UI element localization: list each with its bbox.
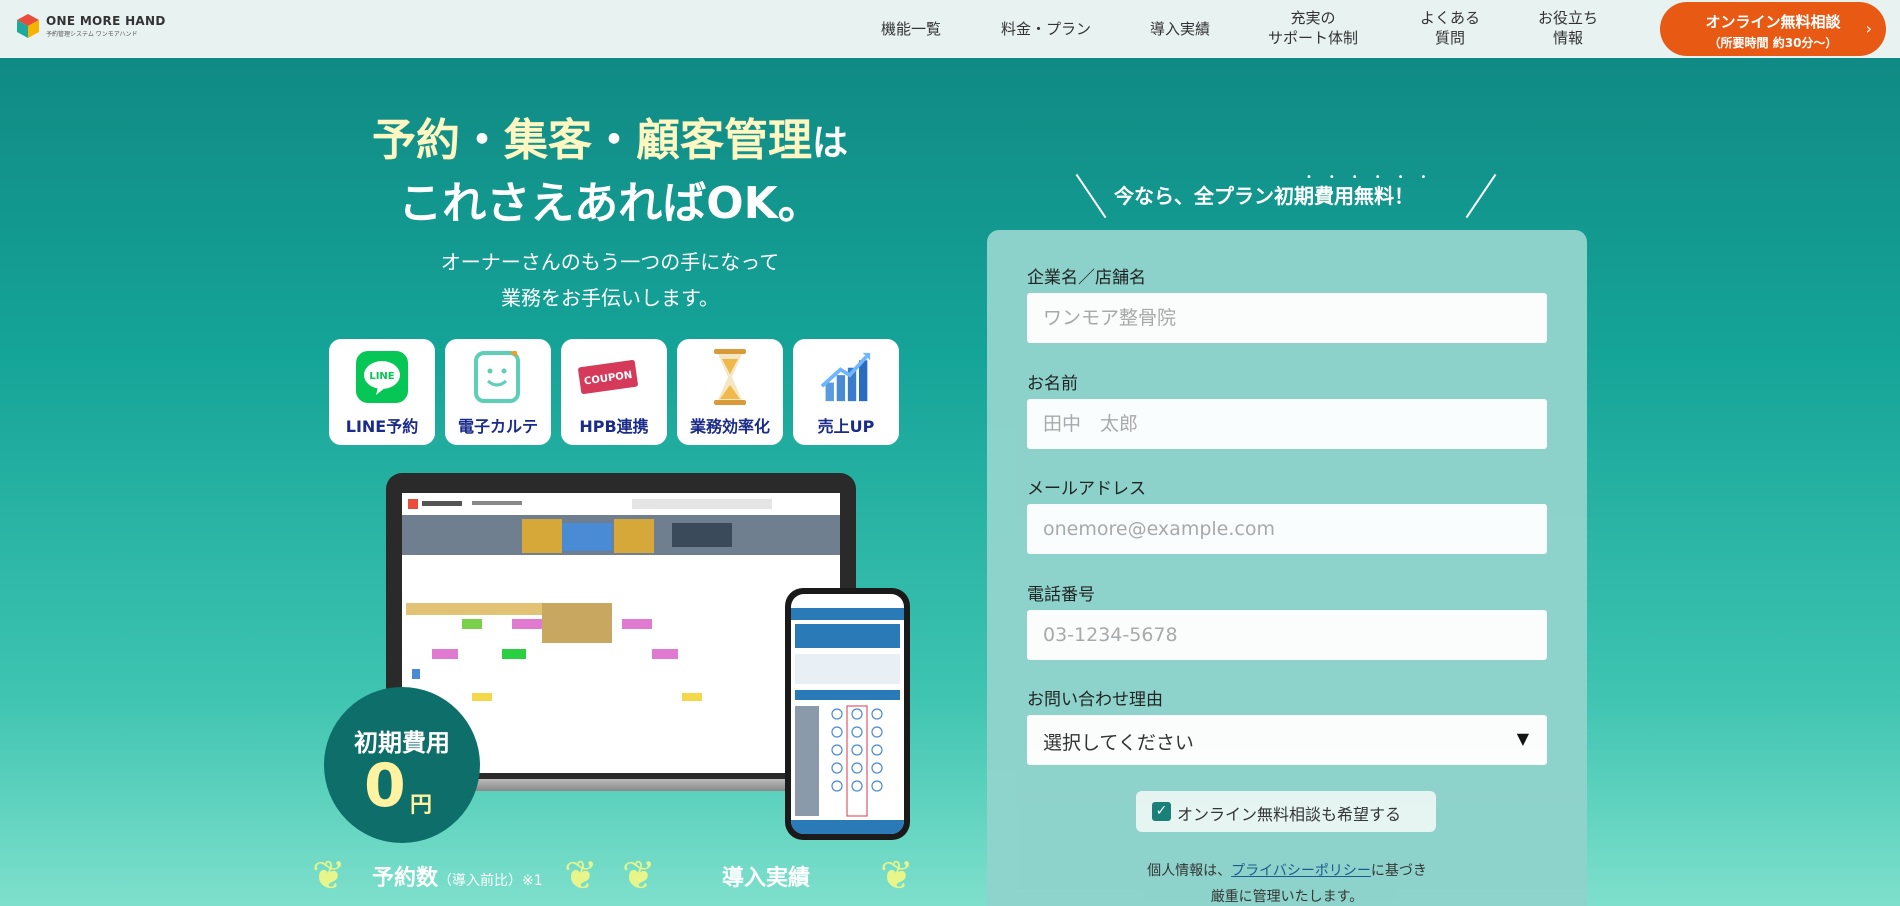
line-icon: LINE bbox=[356, 351, 408, 403]
nav-faq[interactable]: よくある 質問 bbox=[1420, 8, 1480, 48]
feature-hpb-integration[interactable]: COUPON HPB連携 bbox=[561, 339, 667, 445]
laurel-left-icon: ❦ bbox=[312, 853, 346, 899]
growth-chart-icon bbox=[820, 351, 872, 403]
slash-decoration bbox=[1465, 173, 1497, 219]
slash-decoration bbox=[1075, 173, 1107, 219]
phone-mockup bbox=[785, 588, 910, 840]
campaign-text: 今なら、全プラン初期費用無料！ bbox=[1114, 184, 1414, 208]
nav-resources[interactable]: お役立ち 情報 bbox=[1538, 8, 1598, 48]
headline-word-reservation: 予約 bbox=[371, 115, 460, 166]
feature-label: 業務効率化 bbox=[689, 417, 770, 436]
stat-reservations-note: （導入前比）※1 bbox=[438, 873, 543, 889]
headline-separator: ・ bbox=[591, 115, 636, 166]
privacy-policy-link[interactable]: プライバシーポリシー bbox=[1231, 863, 1371, 879]
feature-sales-up[interactable]: 売上UP bbox=[793, 339, 899, 445]
nav-pricing[interactable]: 料金・プラン bbox=[1001, 19, 1091, 39]
headline-separator: ・ bbox=[459, 115, 504, 166]
logo-title: ONE MORE HAND bbox=[46, 14, 166, 28]
feature-label: 売上UP bbox=[817, 417, 875, 436]
tablet-icon bbox=[472, 351, 524, 403]
laurel-right-icon: ❦ bbox=[880, 853, 914, 899]
privacy-text-pre: 個人情報は、 bbox=[1147, 863, 1232, 879]
nav-case-studies[interactable]: 導入実績 bbox=[1150, 19, 1210, 39]
hero-subcopy: オーナーさんのもう一つの手になって 業務をお手伝いします。 bbox=[300, 244, 920, 316]
initial-cost-badge: 初期費用 0 円 bbox=[324, 687, 480, 843]
chevron-right-icon: › bbox=[1865, 19, 1872, 38]
reason-select[interactable]: 選択してください ▼ bbox=[1027, 715, 1547, 765]
privacy-notice: 個人情報は、プライバシーポリシーに基づき 厳重に管理いたします。 bbox=[987, 858, 1587, 906]
feature-label: HPB連携 bbox=[579, 417, 649, 436]
laurel-right-icon: ❦ bbox=[564, 853, 598, 899]
headline-word-marketing: 集客 bbox=[503, 115, 592, 166]
stat-reservations-label: 予約数 bbox=[372, 866, 439, 891]
company-label: 企業名／店舗名 bbox=[1027, 268, 1146, 288]
consult-checkbox[interactable]: ✓ オンライン無料相談も希望する bbox=[1136, 791, 1436, 832]
privacy-text-line2: 厳重に管理いたします。 bbox=[1210, 889, 1364, 905]
phone-label: 電話番号 bbox=[1027, 585, 1095, 605]
name-input[interactable] bbox=[1027, 399, 1547, 449]
feature-efficiency[interactable]: 業務効率化 bbox=[677, 339, 783, 445]
nav-features[interactable]: 機能一覧 bbox=[881, 19, 941, 39]
headline-line2: これさえあればOK。 bbox=[398, 178, 822, 229]
hourglass-icon bbox=[704, 349, 756, 405]
reason-select-value: 選択してください bbox=[1043, 732, 1194, 754]
site-header: ONE MORE HAND 予約管理システム ワンモアハンド 機能一覧 料金・プ… bbox=[0, 0, 1900, 58]
subcopy-line2: 業務をお手伝いします。 bbox=[501, 286, 719, 310]
phone-app-illustration bbox=[791, 608, 904, 834]
campaign-banner: •••••• 今なら、全プラン初期費用無料！ bbox=[1070, 162, 1500, 222]
laurel-left-icon: ❦ bbox=[622, 853, 656, 899]
reason-label: お問い合わせ理由 bbox=[1027, 690, 1163, 710]
site-logo[interactable]: ONE MORE HAND 予約管理システム ワンモアハンド bbox=[16, 13, 166, 39]
stat-installations-label: 導入実績 bbox=[722, 866, 811, 891]
privacy-text-post: に基づき bbox=[1370, 863, 1427, 879]
logo-subtitle: 予約管理システム ワンモアハンド bbox=[46, 31, 138, 38]
feature-label: 電子カルテ bbox=[457, 417, 538, 436]
contact-form: 企業名／店舗名 お名前 メールアドレス 電話番号 お問い合わせ理由 選択してくだ… bbox=[987, 230, 1587, 906]
badge-value: 0 bbox=[364, 751, 406, 821]
phone-input[interactable] bbox=[1027, 610, 1547, 660]
name-label: お名前 bbox=[1027, 374, 1078, 394]
cta-main-label: オンライン無料相談 bbox=[1705, 13, 1841, 31]
coupon-icon: COUPON bbox=[578, 351, 640, 403]
caret-down-icon: ▼ bbox=[1516, 729, 1529, 748]
feature-e-chart[interactable]: 電子カルテ bbox=[445, 339, 551, 445]
feature-label: LINE予約 bbox=[345, 417, 419, 436]
consult-checkbox-label: オンライン無料相談も希望する bbox=[1177, 805, 1402, 824]
feature-list: LINE LINE予約 電子カルテ COUPON HPB連携 業務効率化 売上U… bbox=[329, 339, 899, 445]
checkmark-icon: ✓ bbox=[1152, 802, 1171, 821]
headline-word-crm: 顧客管理 bbox=[635, 115, 812, 166]
badge-unit: 円 bbox=[410, 793, 433, 818]
phone-screen bbox=[791, 594, 904, 834]
hero-section bbox=[0, 58, 1900, 906]
subcopy-line1: オーナーさんのもう一つの手になって bbox=[440, 250, 780, 274]
email-input[interactable] bbox=[1027, 504, 1547, 554]
company-input[interactable] bbox=[1027, 293, 1547, 343]
nav-support[interactable]: 充実の サポート体制 bbox=[1268, 8, 1358, 48]
online-consultation-button[interactable]: オンライン無料相談 （所要時間 約30分〜） › bbox=[1660, 2, 1886, 56]
email-label: メールアドレス bbox=[1027, 479, 1146, 499]
stat-installations: 導入実績 bbox=[722, 860, 810, 892]
svg-text:LINE: LINE bbox=[369, 371, 394, 382]
stat-reservations: 予約数（導入前比）※1 bbox=[372, 860, 543, 892]
headline-particle: は bbox=[811, 123, 848, 164]
feature-line-reservation[interactable]: LINE LINE予約 bbox=[329, 339, 435, 445]
cta-sub-label: （所要時間 約30分〜） bbox=[1708, 36, 1838, 50]
logo-mark-icon bbox=[16, 13, 40, 39]
hero-headline: 予約・集客・顧客管理は これさえあればOK。 bbox=[300, 112, 920, 235]
